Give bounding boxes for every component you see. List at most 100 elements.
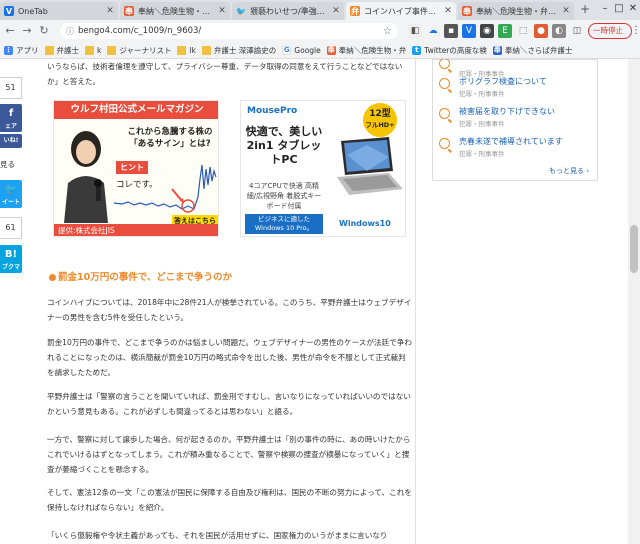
evernote-icon[interactable]: E — [498, 24, 512, 38]
scrollbar[interactable] — [628, 59, 640, 544]
item-category: 犯罪・刑事事件 — [459, 150, 505, 158]
ad-headline: 快適で、美しい 2in1 タブレットPC — [245, 125, 323, 166]
bookmark-twitter-search[interactable]: t Twitterの高度な検 — [412, 45, 487, 56]
search-icon — [439, 78, 450, 89]
cloud-extension-icon[interactable]: ☁ — [426, 24, 440, 38]
bookmark-label: 弁護士 — [56, 45, 80, 55]
close-tab-icon[interactable]: ✕ — [444, 6, 452, 16]
item-category: 犯罪・刑事事件 — [459, 90, 505, 98]
paragraph: 一方で、警察に対して譲歩した場合、何が起きるのか。平野弁護士は「別の事件の時に、… — [47, 435, 411, 474]
bookmark-star-icon[interactable]: ☆ — [383, 26, 392, 37]
item-title[interactable]: 売春未遂で補導されています — [459, 136, 563, 147]
item-title[interactable]: 被害届を取り下げできない — [459, 106, 555, 117]
tab-title: コインハイブ事件、無罪判… — [364, 6, 440, 16]
facebook-icon: f — [8, 108, 14, 119]
tab-onetab[interactable]: V OneTab ✕ — [0, 2, 118, 20]
ad-mousepro-tablet[interactable]: MousePro 12型 フルHD+ 快適で、美しい 2in1 タブレットPC … — [240, 100, 406, 237]
chevron-right-icon: › — [586, 167, 590, 175]
page-icon: 弁 — [350, 6, 360, 16]
close-tab-icon[interactable]: ✕ — [218, 6, 226, 16]
tab-hounou-2[interactable]: 奉 奉納＼危険生物・弁護士・ ✕ — [458, 2, 574, 20]
extension-icon[interactable]: ◐ — [552, 24, 566, 38]
tab-title: 猥褻わいせつ/準強姦/資… — [250, 6, 328, 16]
ad-line: 「あるサイン」とは? — [129, 139, 211, 149]
related-consultations-panel: 犯罪・刑事事件 ポリグラフ検査について 犯罪・刑事事件 被害届を取り下げできない… — [432, 59, 598, 181]
new-tab-button[interactable]: + — [578, 2, 592, 16]
google-icon: G — [282, 45, 292, 55]
paragraph: 平野弁護士は「警察の言うことを聞いていれば、罰金刑ですむし、言いなりになっていれ… — [47, 392, 411, 416]
bookmark-hounou[interactable]: 奉奉納＼危険生物・弁 — [326, 45, 406, 56]
bookmark-hounou-saraba[interactable]: 奉奉納＼さらば弁護士 — [492, 45, 573, 56]
bookmark-label: 奉納＼さらば弁護士 — [504, 45, 573, 55]
maximize-button[interactable]: □ — [612, 0, 626, 18]
ad-mail-magazine[interactable]: ウルフ村田公式メールマガジン これから急騰する株の 「あるサイン」とは? ヒント… — [53, 100, 219, 237]
tab-twitter-search[interactable]: 🐦 猥褻わいせつ/準強姦/資… ✕ — [232, 2, 344, 20]
hatena-label: ブクマ — [1, 264, 20, 271]
close-window-button[interactable]: ✕ — [626, 0, 640, 18]
page-icon: 奉 — [326, 45, 336, 55]
hatena-bookmark-button[interactable]: B! ブクマ — [0, 245, 22, 273]
paragraph: いうならば、技術者倫理を遵守して、プライバシー尊重、データ取得の同意をえて行うこ… — [47, 62, 403, 86]
section-heading: 罰金10万円の事件で、どこまで争うのか — [49, 269, 232, 283]
ad-title: ウルフ村田公式メールマガジン — [54, 101, 218, 119]
bookmark-label: Google — [294, 45, 321, 55]
tweet-button[interactable]: 🐦 イート — [0, 180, 22, 208]
info-icon[interactable]: ⓘ — [66, 26, 74, 37]
bookmark-folder-fukasawa[interactable]: 弁護士 深澤諭史の — [201, 45, 277, 56]
puzzle-icon[interactable]: ⬚ — [516, 24, 530, 38]
ad-headline: これから急騰する株の 「あるサイン」とは? — [120, 126, 218, 150]
tab-coinhive-article[interactable]: 弁 コインハイブ事件、無罪判… ✕ — [346, 2, 456, 20]
sync-paused-label: 一時停止 — [593, 26, 623, 35]
extension-icon[interactable]: ◉ — [480, 24, 494, 38]
like-button[interactable]: いね! — [0, 134, 22, 148]
see-more-link[interactable]: もっと見る › — [549, 166, 589, 176]
ad-bottom-banner: ビジネスに適した Windows 10 Pro。 — [245, 214, 323, 234]
tab-title: 奉納＼危険生物・弁護士 — [138, 6, 214, 16]
reload-icon[interactable]: ↻ — [37, 24, 51, 38]
close-tab-icon[interactable]: ✕ — [332, 6, 340, 16]
page-icon: 奉 — [462, 6, 472, 16]
paragraph: コインハイブについては、2018年中に28件21人が検挙されている。このうち、平… — [47, 298, 412, 322]
apps-grid-icon: ⋮ — [4, 45, 13, 55]
facebook-share-button[interactable]: f ェア — [0, 104, 22, 132]
bookmark-folder-lawyer[interactable]: 弁護士 — [44, 45, 80, 56]
folder-icon — [85, 45, 94, 55]
extension-icon[interactable]: ▪ — [444, 24, 458, 38]
share-label: ェア — [4, 123, 17, 130]
tab-hounou-1[interactable]: 奉 奉納＼危険生物・弁護士 ✕ — [120, 2, 230, 20]
bookmark-folder-journalist[interactable]: ジャーナリスト — [107, 45, 171, 56]
minimize-button[interactable]: – — [598, 0, 612, 18]
extension-icon[interactable]: ◫ — [570, 24, 584, 38]
tweet-label: イート — [1, 199, 20, 206]
bookmark-label: Twitterの高度な検 — [424, 45, 487, 55]
bullet-icon — [49, 274, 56, 281]
bookmark-label: 弁護士 深澤諭史の — [213, 45, 277, 55]
bookmark-google[interactable]: G Google — [282, 45, 321, 55]
stock-chart-graphic — [114, 164, 217, 213]
twitter-icon: 🐦 — [236, 6, 246, 16]
heading-text: 罰金10万円の事件で、どこまで争うのか — [58, 272, 233, 283]
onetab-extension-icon[interactable]: V — [462, 24, 476, 38]
page-icon: 奉 — [492, 45, 502, 55]
tab-title: OneTab — [18, 6, 48, 16]
close-tab-icon[interactable]: ✕ — [562, 6, 570, 16]
url-text: bengo4.com/c_1009/n_9603/ — [78, 26, 202, 36]
extension-icon[interactable]: ◧ — [408, 24, 422, 38]
bookmark-label: ジャーナリスト — [119, 45, 172, 55]
folder-icon — [177, 45, 187, 55]
back-icon[interactable]: ← — [3, 24, 17, 38]
sync-paused-button[interactable]: 一時停止 ⋮ — [588, 23, 640, 39]
bookmark-folder-k[interactable]: k — [85, 45, 101, 55]
address-bar[interactable]: ⓘ bengo4.com/c_1009/n_9603/ ☆ — [60, 23, 398, 39]
twitter-bird-icon: 🐦 — [4, 184, 18, 195]
bookmark-apps[interactable]: ⋮ アプリ — [4, 45, 39, 56]
size-badge: 12型 フルHD+ — [363, 103, 397, 137]
close-tab-icon[interactable]: ✕ — [106, 6, 114, 16]
bookmark-folder-lk[interactable]: lk — [177, 45, 196, 55]
scrollbar-thumb[interactable] — [630, 225, 638, 273]
bookmark-label: lk — [189, 45, 196, 55]
item-title[interactable]: ポリグラフ検査について — [459, 76, 547, 87]
menu-dots-icon[interactable]: ⋮ — [631, 24, 640, 38]
forward-icon[interactable]: → — [20, 24, 34, 38]
extension-icon[interactable]: ● — [534, 24, 548, 38]
